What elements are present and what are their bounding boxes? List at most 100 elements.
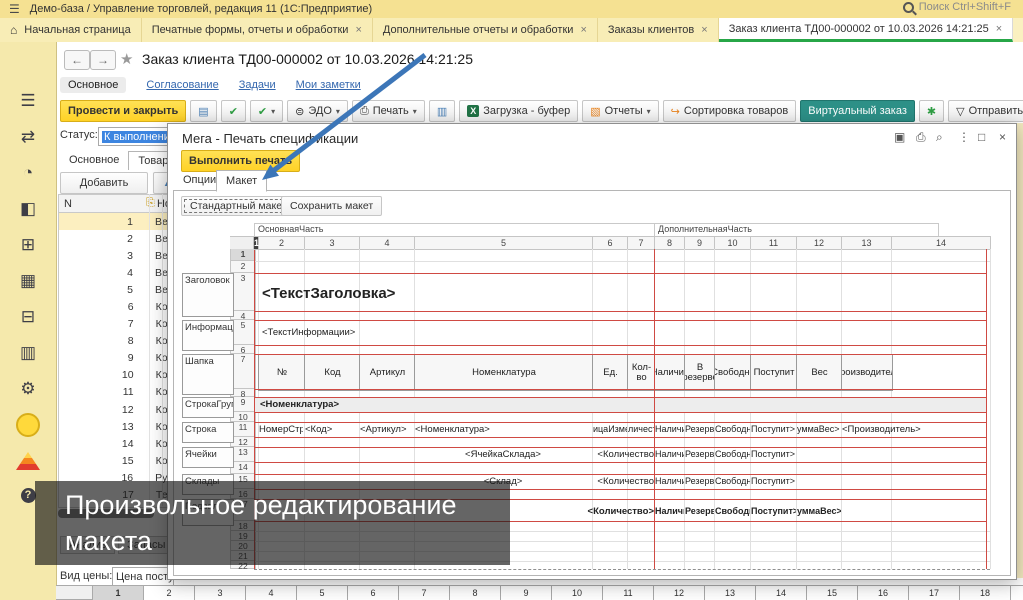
sidebar-planning-pie-icon[interactable]: ◔ — [0, 158, 56, 188]
col-header[interactable]: 2 — [259, 236, 305, 250]
cap-cell[interactable]: Артикул — [359, 354, 416, 391]
tab-osnovnoe[interactable]: Основное — [60, 151, 128, 169]
add-button[interactable]: Добавить — [60, 172, 148, 194]
ruler-cell[interactable]: 5 — [297, 585, 348, 600]
sidebar-warehouse-grid-icon[interactable]: ▦ — [0, 266, 56, 296]
sklad-row-cell[interactable]: <Количество — [592, 474, 654, 489]
cap-cell[interactable]: Наличие — [654, 354, 686, 391]
goods-row[interactable]: 11Кон — [59, 384, 171, 401]
goods-row[interactable]: 14Кон — [59, 435, 171, 452]
dialog-print-icon[interactable]: ⎙ — [916, 130, 926, 145]
ruler-cell[interactable]: 3 — [195, 585, 246, 600]
sidebar-analytics-chart-icon[interactable]: ▥ — [0, 338, 56, 368]
sidebar-money-coin-icon[interactable] — [0, 410, 56, 440]
close-tab-icon[interactable]: × — [580, 24, 586, 36]
cap-cell[interactable]: Производитель — [841, 354, 893, 391]
section-zagolovok[interactable]: Заголовок — [182, 273, 234, 317]
section-strokagrup[interactable]: СтрокаГруп — [182, 397, 234, 418]
row-header[interactable]: 2 — [230, 261, 256, 273]
reports-button[interactable]: ▧ Отчеты ▾ — [582, 100, 659, 122]
col-header[interactable]: 11 — [751, 236, 797, 250]
back-arrow-button[interactable]: ← — [64, 50, 90, 70]
col-header[interactable]: 4 — [360, 236, 415, 250]
sidebar-menu-icon[interactable]: ☰ — [0, 86, 56, 116]
ruler-cell[interactable]: 18 — [960, 585, 1011, 600]
cap-cell[interactable]: Вес — [796, 354, 843, 391]
row-cell[interactable]: <Номенклатура> — [415, 422, 591, 437]
dialog-maximize-icon[interactable]: □ — [978, 130, 985, 144]
price-kind-field[interactable]: Цена поступ — [112, 567, 174, 586]
dialog-close-icon[interactable]: × — [999, 130, 1006, 144]
tab-additional-reports[interactable]: Дополнительные отчеты и обработки × — [372, 18, 598, 42]
ruler-cell[interactable]: 8 — [450, 585, 501, 600]
dialog-more-icon[interactable]: ⋮ — [958, 130, 970, 144]
col-header[interactable]: 14 — [892, 236, 991, 250]
section-shapka[interactable]: Шапка — [182, 354, 234, 395]
forward-arrow-button[interactable]: → — [90, 50, 116, 70]
tab-print-forms[interactable]: Печатные формы, отчеты и обработки × — [141, 18, 373, 42]
cap-cell[interactable]: Номенклатура — [414, 354, 594, 391]
goods-row[interactable]: 9Кон — [59, 350, 171, 367]
cells-row-cell[interactable]: Поступит> — [751, 447, 796, 462]
row-cell[interactable]: <Производитель> — [842, 422, 932, 437]
sidebar-sales-cart-icon[interactable]: ⊞ — [0, 230, 56, 260]
row-cell[interactable]: ицаИзмер — [593, 422, 627, 437]
cap-cell[interactable]: Свободно — [714, 354, 752, 391]
marker-button[interactable]: ✱ — [918, 100, 945, 122]
goods-row[interactable]: 15Кон — [59, 452, 171, 469]
col-header[interactable]: 8 — [655, 236, 685, 250]
tab-client-orders[interactable]: Заказы клиентов × — [597, 18, 719, 42]
save-button[interactable]: ▤ — [190, 100, 217, 122]
cells-row-cell[interactable]: Свободно> — [715, 447, 750, 462]
ruler-cell[interactable]: 4 — [246, 585, 297, 600]
post-and-close-button[interactable]: Провести и закрыть — [60, 100, 187, 122]
row-cell[interactable]: личество> — [628, 422, 654, 437]
post-menu-button[interactable]: ✔ ▾ — [249, 100, 284, 122]
ruler-cell[interactable]: 14 — [756, 585, 807, 600]
goods-row[interactable]: 4Вен — [59, 264, 171, 281]
goods-row[interactable]: 2Вен — [59, 230, 171, 247]
favorite-star-icon[interactable]: ★ — [120, 50, 133, 68]
col-header[interactable]: 13 — [842, 236, 892, 250]
ruler-cell[interactable]: 7 — [399, 585, 450, 600]
section-informacia[interactable]: Информация — [182, 320, 234, 351]
virtual-order-button[interactable]: Виртуальный заказ — [800, 100, 915, 122]
sidebar-settings-gear-icon[interactable]: ⚙ — [0, 374, 56, 404]
cells-row-cell[interactable]: <Количество — [592, 447, 654, 462]
col-header[interactable]: 9 — [685, 236, 715, 250]
nav-link-approval[interactable]: Согласование — [146, 79, 218, 91]
nav-link-main[interactable]: Основное — [60, 77, 127, 93]
dialog-tab-layout[interactable]: Макет — [216, 170, 268, 192]
global-search[interactable]: Поиск Ctrl+Shift+F — [902, 1, 1011, 13]
row-cell[interactable]: Свободно> — [715, 422, 750, 437]
goods-row[interactable]: 5Вен — [59, 281, 171, 298]
ruler-cell[interactable]: 11 — [603, 585, 654, 600]
col-header[interactable]: 6 — [593, 236, 628, 250]
edo-button[interactable]: ⊜ ЭДО ▾ — [287, 100, 348, 122]
copy-doc-button[interactable]: ▥ — [428, 100, 456, 122]
col-header[interactable]: 3 — [305, 236, 360, 250]
ruler-cell[interactable]: 9 — [501, 585, 552, 600]
footer-row-cell[interactable]: Резервы> — [685, 504, 714, 519]
sklad-row-cell[interactable]: Резервы> — [685, 474, 714, 489]
col-header[interactable]: 7 — [628, 236, 655, 250]
row-cell[interactable]: НомерСтро — [259, 422, 303, 437]
goods-table[interactable]: N ⎘ Но 1Вен 2Вен 3Вен 4Вен 5Вен 6Кон 7Ко… — [58, 194, 171, 508]
save-layout-button[interactable]: Сохранить макет — [281, 196, 383, 216]
goods-row[interactable]: 8Кон — [59, 333, 171, 350]
ruler-cell[interactable]: 17 — [909, 585, 960, 600]
ruler-cell[interactable]: 6 — [348, 585, 399, 600]
ruler-cell[interactable]: 16 — [858, 585, 909, 600]
sidebar-treasury-coins-icon[interactable]: ⊟ — [0, 302, 56, 332]
close-tab-icon[interactable]: × — [996, 23, 1002, 35]
cells-row-cell[interactable]: <ЯчейкаСклада> — [415, 447, 591, 462]
col-header[interactable]: 1 — [254, 236, 259, 250]
goods-row[interactable]: 10Кон — [59, 367, 171, 384]
ruler-cell[interactable]: 2 — [144, 585, 195, 600]
goods-row[interactable]: 6Кон — [59, 298, 171, 315]
goods-row[interactable]: 12Кон — [59, 401, 171, 418]
cell-title[interactable]: <ТекстЗаголовка> — [262, 284, 662, 304]
nav-link-tasks[interactable]: Задачи — [239, 79, 276, 91]
cap-cell[interactable]: В резерве — [684, 354, 716, 391]
sidebar-pyramid-icon[interactable] — [0, 446, 56, 476]
